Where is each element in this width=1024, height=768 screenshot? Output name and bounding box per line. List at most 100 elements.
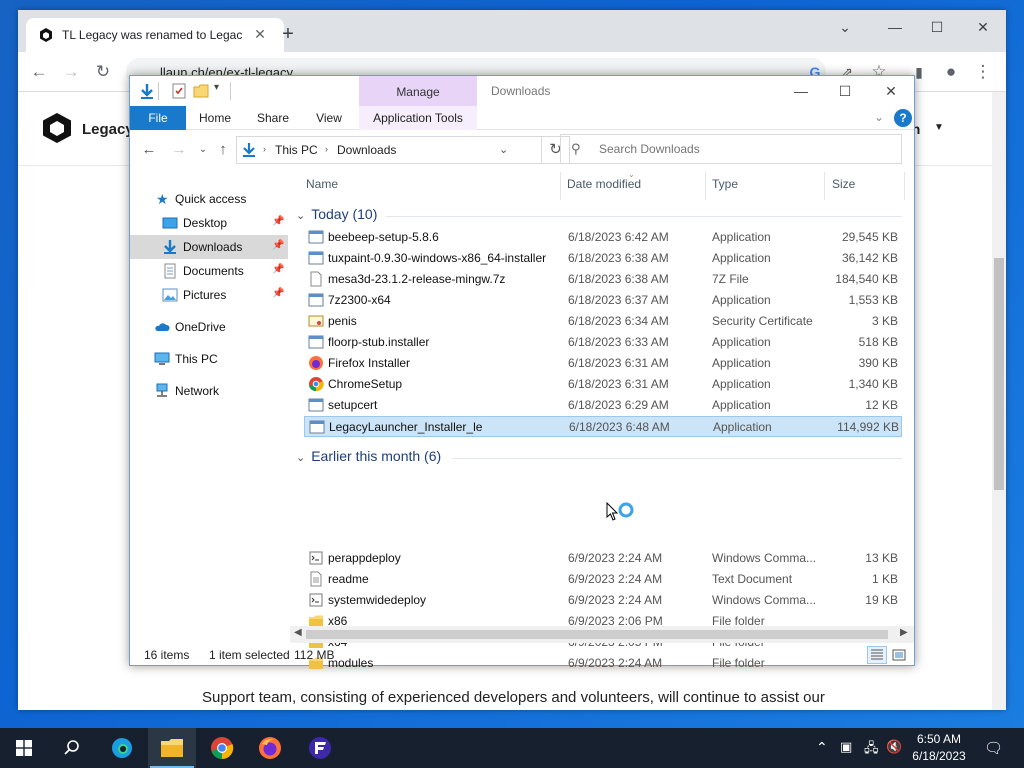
maximize-button[interactable]: ☐ bbox=[922, 16, 952, 38]
column-header-date[interactable]: Date modified bbox=[567, 177, 641, 191]
pin-icon[interactable]: 📌 bbox=[272, 288, 284, 299]
file-row[interactable]: systemwidedeploy 6/9/2023 2:24 AM Windows … bbox=[304, 590, 902, 611]
back-button[interactable]: ← bbox=[140, 141, 158, 159]
column-divider[interactable] bbox=[705, 172, 706, 200]
tab-home[interactable]: Home bbox=[192, 106, 238, 130]
tab-file[interactable]: File bbox=[130, 106, 186, 130]
column-divider[interactable] bbox=[560, 172, 561, 200]
file-row[interactable]: 7z2300-x64 6/18/2023 6:37 AM Application 1,… bbox=[304, 290, 902, 311]
scroll-right-icon[interactable]: ▶ bbox=[900, 627, 908, 638]
file-row[interactable]: perappdeploy 6/9/2023 2:24 AM Windows Comm… bbox=[304, 548, 902, 569]
page-scrollbar[interactable] bbox=[992, 92, 1006, 710]
desktop-icon-edge[interactable] bbox=[0, 60, 16, 74]
forward-button[interactable]: → bbox=[60, 61, 82, 83]
chevron-down-icon[interactable]: ⌄ bbox=[830, 16, 860, 38]
file-row[interactable]: LegacyLauncher_Installer_le 6/18/2023 6:4… bbox=[304, 416, 902, 437]
properties-icon[interactable] bbox=[170, 82, 188, 100]
group-header-today[interactable]: ⌄ Today (10) bbox=[296, 206, 377, 222]
file-row[interactable]: penis 6/18/2023 6:34 AM Security Certifica… bbox=[304, 311, 902, 332]
scrollbar-thumb[interactable] bbox=[306, 630, 888, 639]
file-row[interactable]: beebeep-setup-5.8.6 6/18/2023 6:42 AM Appl… bbox=[304, 227, 902, 248]
search-button[interactable] bbox=[48, 728, 96, 768]
search-input[interactable] bbox=[599, 142, 879, 156]
sidebar-item-desktop[interactable]: Desktop 📌 bbox=[130, 211, 288, 235]
back-button[interactable]: ← bbox=[28, 61, 50, 83]
scroll-left-icon[interactable]: ◀ bbox=[294, 627, 302, 638]
details-view-icon[interactable] bbox=[867, 646, 887, 664]
close-tab-icon[interactable]: ✕ bbox=[250, 24, 270, 44]
forward-button[interactable]: → bbox=[170, 141, 188, 159]
address-dropdown-icon[interactable]: ⌄ bbox=[499, 143, 508, 156]
sidebar-item-documents[interactable]: Documents 📌 bbox=[130, 259, 288, 283]
taskbar-file-explorer[interactable] bbox=[148, 728, 196, 768]
breadcrumb-chevron-icon[interactable]: › bbox=[325, 144, 328, 154]
minimize-button[interactable]: — bbox=[880, 16, 910, 38]
meet-now-icon[interactable]: ▣ bbox=[840, 739, 852, 755]
taskbar-chrome[interactable] bbox=[198, 728, 246, 768]
taskbar-edge[interactable] bbox=[98, 728, 146, 768]
column-header-size[interactable]: Size bbox=[832, 177, 855, 191]
column-header-name[interactable]: Name bbox=[306, 177, 338, 191]
sidebar-item-this-pc[interactable]: This PC bbox=[130, 347, 288, 371]
column-header-type[interactable]: Type bbox=[712, 177, 738, 191]
maximize-button[interactable]: ☐ bbox=[830, 80, 860, 102]
breadcrumb-downloads[interactable]: Downloads bbox=[337, 143, 396, 157]
close-button[interactable]: ✕ bbox=[876, 80, 906, 102]
pin-icon[interactable]: 📌 bbox=[272, 216, 284, 227]
start-button[interactable] bbox=[0, 728, 48, 768]
file-row[interactable]: readme 6/9/2023 2:24 AM Text Document 1 KB bbox=[304, 569, 902, 590]
new-folder-icon[interactable] bbox=[192, 82, 210, 100]
sidebar-item-pictures[interactable]: Pictures 📌 bbox=[130, 283, 288, 307]
file-size: 114,992 KB bbox=[837, 420, 899, 434]
pin-icon[interactable]: 📌 bbox=[272, 264, 284, 275]
file-row[interactable]: floorp-stub.installer 6/18/2023 6:33 AM Ap… bbox=[304, 332, 902, 353]
reload-button[interactable]: ↻ bbox=[92, 61, 114, 83]
tab-strip: TL Legacy was renamed to Legacy ✕ + ⌄ — … bbox=[18, 10, 1006, 52]
browser-tab[interactable]: TL Legacy was renamed to Legacy ✕ bbox=[26, 18, 284, 52]
system-clock[interactable]: 6:50 AM 6/18/2023 bbox=[902, 731, 976, 765]
manage-context-tab[interactable]: Manage bbox=[359, 76, 477, 106]
sidebar-item-network[interactable]: Network bbox=[130, 379, 288, 403]
file-row[interactable]: ChromeSetup 6/18/2023 6:31 AM Application 1… bbox=[304, 374, 902, 395]
qat-dropdown-icon[interactable]: ▾ bbox=[214, 82, 219, 93]
site-logo-icon[interactable] bbox=[42, 112, 72, 144]
tab-application-tools[interactable]: Application Tools bbox=[359, 106, 477, 130]
taskbar-floorp[interactable] bbox=[296, 728, 344, 768]
sidebar-item-onedrive[interactable]: OneDrive bbox=[130, 315, 288, 339]
site-name[interactable]: Legacy bbox=[82, 121, 134, 138]
tab-view[interactable]: View bbox=[306, 106, 352, 130]
minimize-button[interactable]: — bbox=[786, 80, 816, 102]
pin-icon[interactable]: 📌 bbox=[272, 240, 284, 251]
file-row[interactable]: mesa3d-23.1.2-release-mingw.7z 6/18/2023 … bbox=[304, 269, 902, 290]
menu-kebab-icon[interactable]: ⋮ bbox=[972, 61, 994, 83]
app-icon bbox=[308, 251, 324, 265]
group-header-earlier[interactable]: ⌄ Earlier this month (6) bbox=[296, 448, 441, 464]
breadcrumb-this-pc[interactable]: This PC bbox=[275, 143, 318, 157]
taskbar-firefox[interactable] bbox=[246, 728, 294, 768]
sidebar-item-quick-access[interactable]: ★ Quick access bbox=[130, 187, 288, 211]
large-icons-view-icon[interactable] bbox=[889, 646, 909, 664]
up-button[interactable]: ↑ bbox=[214, 141, 232, 159]
file-row[interactable]: Firefox Installer 6/18/2023 6:31 AM Applic… bbox=[304, 353, 902, 374]
notification-icon[interactable]: 🗨 bbox=[984, 739, 1003, 757]
volume-muted-icon[interactable]: 🔇 bbox=[886, 739, 902, 755]
breadcrumb-chevron-icon[interactable]: › bbox=[263, 144, 266, 154]
column-divider[interactable] bbox=[824, 172, 825, 200]
profile-avatar-icon[interactable]: ● bbox=[940, 61, 962, 83]
sidebar-item-downloads[interactable]: Downloads 📌 bbox=[130, 235, 288, 259]
help-icon[interactable]: ? bbox=[894, 109, 912, 127]
recent-locations-icon[interactable]: ⌄ bbox=[194, 141, 212, 159]
tab-share[interactable]: Share bbox=[250, 106, 296, 130]
column-divider[interactable] bbox=[904, 172, 905, 200]
address-bar[interactable]: › This PC › Downloads ⌄ bbox=[236, 136, 542, 164]
close-button[interactable]: ✕ bbox=[968, 16, 998, 38]
network-icon[interactable]: 🖧 bbox=[864, 739, 879, 761]
horizontal-scrollbar[interactable]: ◀ ▶ bbox=[290, 626, 914, 643]
scrollbar-thumb[interactable] bbox=[994, 258, 1004, 490]
new-tab-button[interactable]: + bbox=[277, 24, 299, 46]
file-row[interactable]: setupcert 6/18/2023 6:29 AM Application 12 … bbox=[304, 395, 902, 416]
file-row[interactable]: tuxpaint-0.9.30-windows-x86_64-installer… bbox=[304, 248, 902, 269]
search-box[interactable]: ⚲ bbox=[560, 134, 902, 164]
ribbon-expand-icon[interactable]: ⌄ bbox=[874, 110, 884, 124]
chevron-up-icon[interactable]: ⌃ bbox=[816, 739, 828, 756]
